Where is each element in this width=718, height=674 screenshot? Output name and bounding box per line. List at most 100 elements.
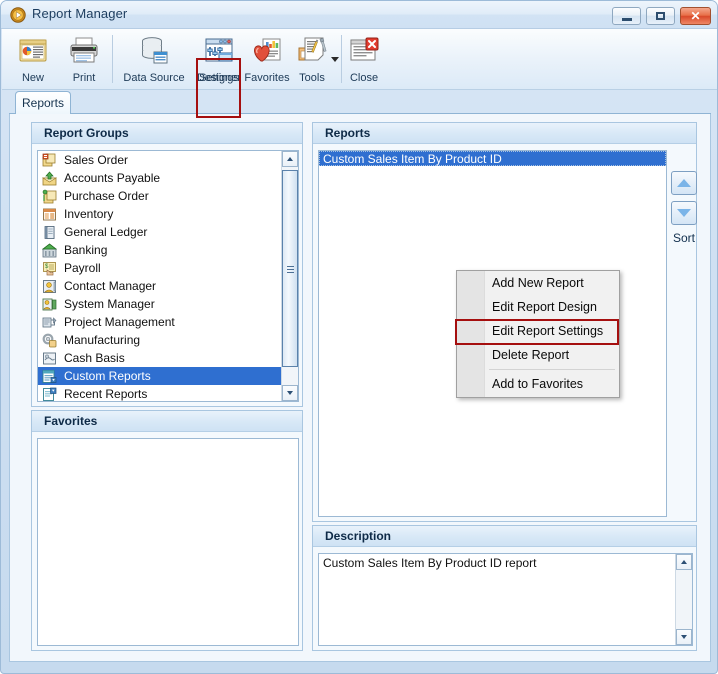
data-source-button[interactable]: Data Source bbox=[117, 32, 191, 88]
context-menu-separator bbox=[489, 369, 615, 370]
banking-icon bbox=[41, 243, 58, 258]
tools-wrench-icon bbox=[296, 34, 328, 66]
report-context-menu: Add New Report Edit Report Design Edit R… bbox=[455, 270, 620, 398]
scroll-down-icon bbox=[287, 391, 293, 395]
favorites-button-label: Favorites bbox=[244, 72, 290, 84]
report-group-item[interactable]: Banking bbox=[38, 241, 282, 259]
description-textarea[interactable]: Custom Sales Item By Product ID report bbox=[318, 553, 693, 646]
new-button-label: New bbox=[21, 72, 44, 84]
manufacturing-icon bbox=[42, 333, 57, 348]
report-group-item[interactable]: System Manager bbox=[38, 295, 282, 313]
report-group-item[interactable]: Manufacturing bbox=[38, 331, 282, 349]
minimize-icon bbox=[613, 8, 640, 24]
favorites-button[interactable]: Favorites bbox=[242, 32, 292, 88]
scroll-up-icon bbox=[681, 560, 687, 564]
description-panel: Description Custom Sales Item By Product… bbox=[312, 525, 697, 651]
report-groups-scrollbar[interactable] bbox=[281, 151, 298, 401]
play-circle-icon bbox=[10, 7, 26, 23]
report-groups-list[interactable]: Sales Order Accounts Payable Purchase Or… bbox=[37, 150, 299, 402]
report-group-item[interactable]: Purchase Order bbox=[38, 187, 282, 205]
maximize-icon bbox=[647, 8, 674, 24]
report-group-item[interactable]: Cash Basis bbox=[38, 349, 282, 367]
reports-header: Reports bbox=[313, 123, 696, 144]
report-group-label: Accounts Payable bbox=[64, 171, 161, 185]
context-menu-item-delete-report[interactable]: Delete Report bbox=[457, 343, 619, 367]
report-group-label: General Ledger bbox=[64, 225, 148, 239]
description-scrollbar[interactable] bbox=[675, 554, 692, 645]
context-menu-item-add-new-report[interactable]: Add New Report bbox=[457, 271, 619, 295]
report-group-item[interactable]: Inventory bbox=[38, 205, 282, 223]
scrollbar-thumb[interactable] bbox=[282, 170, 298, 367]
report-group-label: Manufacturing bbox=[64, 333, 141, 347]
sort-up-button[interactable] bbox=[671, 171, 697, 195]
tab-reports[interactable]: Reports bbox=[15, 91, 71, 115]
tools-button-label: Tools bbox=[299, 72, 325, 84]
report-group-item[interactable]: Project Management bbox=[38, 313, 282, 331]
report-group-label: Sales Order bbox=[64, 153, 129, 167]
context-menu-item-add-to-favorites[interactable]: Add to Favorites bbox=[457, 372, 619, 396]
tools-button[interactable]: Tools bbox=[290, 32, 334, 88]
reports-list-item[interactable]: Custom Sales Item By Product ID bbox=[319, 151, 666, 166]
context-menu-item-edit-report-design[interactable]: Edit Report Design bbox=[457, 295, 619, 319]
report-group-label: Payroll bbox=[64, 261, 101, 275]
chevron-down-icon[interactable] bbox=[331, 57, 339, 62]
scroll-down-button[interactable] bbox=[282, 385, 298, 401]
report-group-item[interactable]: General Ledger bbox=[38, 223, 282, 241]
report-group-item[interactable]: Accounts Payable bbox=[38, 169, 282, 187]
report-group-item[interactable]: Sales Order bbox=[38, 151, 282, 169]
report-group-label: Cash Basis bbox=[64, 351, 125, 365]
edit-report-settings-highlight bbox=[455, 319, 619, 345]
sort-label: Sort bbox=[672, 231, 695, 245]
sort-down-icon bbox=[677, 209, 691, 217]
recent-reports-icon bbox=[42, 387, 57, 401]
close-toolbar-button[interactable]: Close bbox=[342, 32, 386, 88]
favorites-header: Favorites bbox=[32, 411, 302, 432]
toolbar-separator bbox=[112, 35, 113, 83]
description-scroll-down-button[interactable] bbox=[676, 629, 692, 645]
sort-down-button[interactable] bbox=[671, 201, 697, 225]
title-bar: Report Manager ✕ bbox=[1, 1, 717, 29]
scroll-down-icon bbox=[681, 635, 687, 639]
maximize-button[interactable] bbox=[646, 7, 675, 25]
accounts-payable-icon bbox=[41, 171, 58, 186]
print-button-label: Print bbox=[72, 72, 96, 84]
report-group-label: System Manager bbox=[64, 297, 155, 311]
sales-order-icon bbox=[42, 153, 57, 168]
close-button[interactable]: ✕ bbox=[680, 7, 711, 25]
favorites-list[interactable] bbox=[37, 438, 299, 646]
report-group-label: Project Management bbox=[64, 315, 175, 329]
tab-strip: Reports bbox=[9, 91, 711, 115]
close-toolbar-button-label: Close bbox=[349, 72, 379, 84]
contact-manager-icon bbox=[42, 279, 57, 294]
report-groups-panel: Report Groups Sales Order Accounts Payab… bbox=[31, 122, 303, 407]
report-group-item[interactable]: Recent Reports bbox=[38, 385, 282, 401]
printer-icon bbox=[68, 34, 100, 66]
favorites-panel: Favorites bbox=[31, 410, 303, 651]
report-group-item-custom-reports[interactable]: Custom Reports bbox=[38, 367, 282, 385]
favorites-heart-icon bbox=[251, 34, 283, 66]
sort-controls: Sort bbox=[671, 171, 697, 245]
new-button[interactable]: New bbox=[8, 32, 58, 88]
report-group-item[interactable]: $ Payroll bbox=[38, 259, 282, 277]
scroll-up-button[interactable] bbox=[282, 151, 298, 167]
database-icon bbox=[138, 34, 170, 66]
data-source-button-label: Data Source bbox=[123, 72, 185, 84]
system-manager-icon bbox=[42, 297, 57, 312]
general-ledger-icon bbox=[42, 225, 57, 240]
scrollbar-grip-icon bbox=[287, 265, 294, 273]
payroll-icon: $ bbox=[42, 261, 57, 276]
report-groups-header: Report Groups bbox=[32, 123, 302, 144]
settings-button-highlight bbox=[196, 58, 241, 118]
minimize-button[interactable] bbox=[612, 7, 641, 25]
report-group-item[interactable]: Contact Manager bbox=[38, 277, 282, 295]
description-scroll-up-button[interactable] bbox=[676, 554, 692, 570]
custom-reports-icon bbox=[42, 369, 57, 384]
report-group-label: Custom Reports bbox=[64, 369, 151, 383]
report-group-label: Banking bbox=[64, 243, 108, 257]
report-group-label: Contact Manager bbox=[64, 279, 157, 293]
report-group-label: Inventory bbox=[64, 207, 114, 221]
reports-tab-page: Report Groups Sales Order Accounts Payab… bbox=[9, 114, 711, 662]
print-button[interactable]: Print bbox=[59, 32, 109, 88]
report-manager-window: Report Manager ✕ New Print Data Source D… bbox=[0, 0, 718, 674]
description-text: Custom Sales Item By Product ID report bbox=[323, 556, 537, 570]
